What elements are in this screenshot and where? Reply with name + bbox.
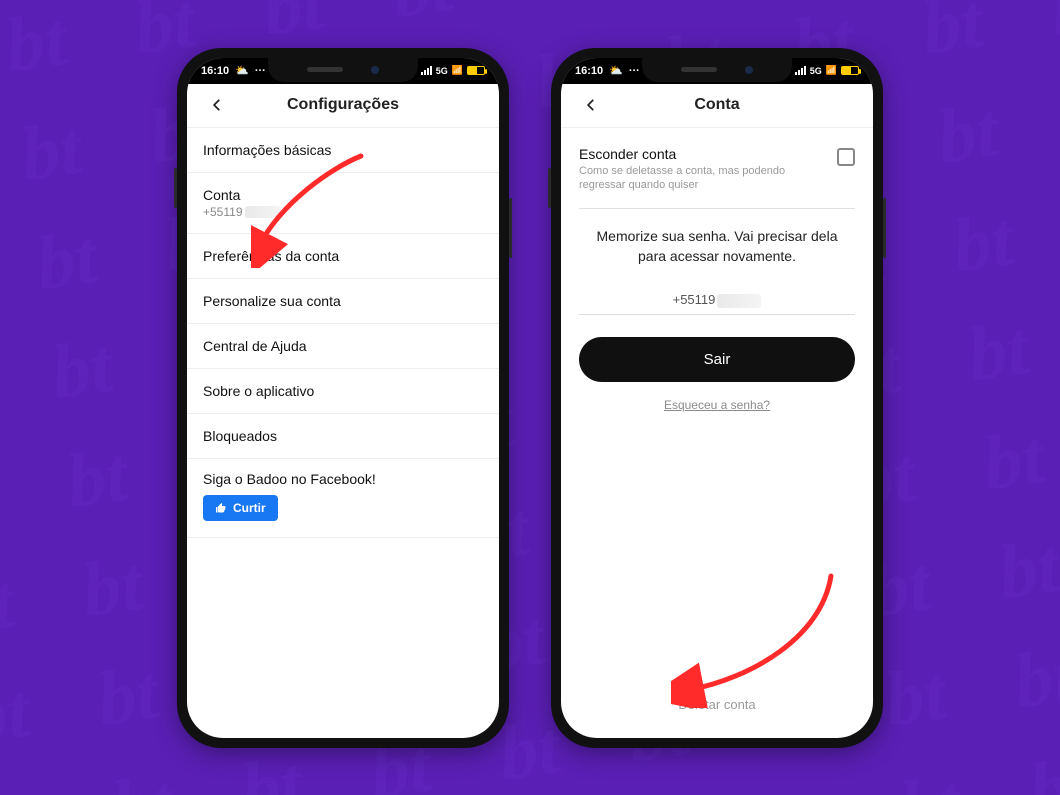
row-informacoes-basicas[interactable]: Informações básicas (187, 128, 499, 173)
back-button[interactable] (197, 84, 237, 127)
delete-label: Deletar conta (678, 697, 755, 712)
forgot-label: Esqueceu a senha? (664, 398, 770, 412)
redacted-blur (717, 294, 761, 308)
signal-bars-icon (421, 66, 432, 75)
row-bloqueados[interactable]: Bloqueados (187, 414, 499, 459)
row-sub-phone: +55119 (203, 205, 483, 219)
logout-label: Sair (704, 351, 731, 368)
chevron-left-icon (210, 98, 224, 112)
row-sobre-app[interactable]: Sobre o aplicativo (187, 369, 499, 414)
screen-conta: 16:10 ⛅ ··· ⁵ᴳ 5G 5G 📶 Cont (561, 58, 873, 738)
row-esconder-conta[interactable]: Esconder conta Como se deletasse a conta… (579, 136, 855, 209)
hide-account-label: Esconder conta (579, 146, 827, 162)
chevron-left-icon (584, 98, 598, 112)
row-label: Informações básicas (203, 142, 483, 158)
phone-notch (268, 58, 418, 82)
facebook-like-button[interactable]: Curtir (203, 495, 278, 521)
divider (579, 208, 855, 209)
status-time: 16:10 (201, 65, 229, 77)
status-time: 16:10 (575, 65, 603, 77)
signal-bars-icon (795, 66, 806, 75)
phone-notch (642, 58, 792, 82)
row-label: Personalize sua conta (203, 293, 483, 309)
memorize-text: Memorize sua senha. Vai precisar dela pa… (579, 227, 855, 266)
row-personalize[interactable]: Personalize sua conta (187, 279, 499, 324)
logout-button[interactable]: Sair (579, 337, 855, 382)
row-conta[interactable]: Conta +55119 (187, 173, 499, 234)
row-label: Central de Ajuda (203, 338, 483, 354)
status-net-2: 5G (436, 66, 448, 76)
status-net-2: 5G (810, 66, 822, 76)
battery-icon (467, 66, 485, 75)
phone-mockup-2: 16:10 ⛅ ··· ⁵ᴳ 5G 5G 📶 Cont (551, 48, 883, 748)
battery-icon (841, 66, 859, 75)
row-label: Sobre o aplicativo (203, 383, 483, 399)
account-phone-display: +55119 (579, 292, 855, 315)
row-preferencias[interactable]: Preferências da conta (187, 234, 499, 279)
row-label: Bloqueados (203, 428, 483, 444)
redacted-blur (245, 206, 281, 218)
header-bar: Configurações (187, 84, 499, 128)
page-title: Configurações (287, 96, 399, 114)
forgot-password-link[interactable]: Esqueceu a senha? (579, 398, 855, 412)
fb-like-label: Curtir (233, 501, 266, 515)
delete-account-link[interactable]: Deletar conta (579, 697, 855, 722)
header-bar: Conta (561, 84, 873, 128)
hide-account-checkbox[interactable] (837, 148, 855, 166)
hide-account-sub: Como se deletasse a conta, mas podendo r… (579, 164, 827, 193)
row-label: Preferências da conta (203, 248, 483, 264)
phone-mockup-1: 16:10 ⛅ ··· ⁵ᴳ 5G 5G 📶 Conf (177, 48, 509, 748)
status-icon-cloud: ⛅ (235, 64, 249, 77)
row-label: Conta (203, 187, 483, 203)
thumbs-up-icon (215, 502, 227, 514)
settings-list: Informações básicas Conta +55119 Preferê… (187, 128, 499, 738)
status-icon-cloud: ⛅ (609, 64, 623, 77)
row-label: Siga o Badoo no Facebook! (203, 471, 483, 487)
back-button[interactable] (571, 84, 611, 127)
row-central-ajuda[interactable]: Central de Ajuda (187, 324, 499, 369)
row-siga-facebook: Siga o Badoo no Facebook! Curtir (187, 459, 499, 538)
screen-configuracoes: 16:10 ⛅ ··· ⁵ᴳ 5G 5G 📶 Conf (187, 58, 499, 738)
page-title: Conta (694, 96, 739, 114)
